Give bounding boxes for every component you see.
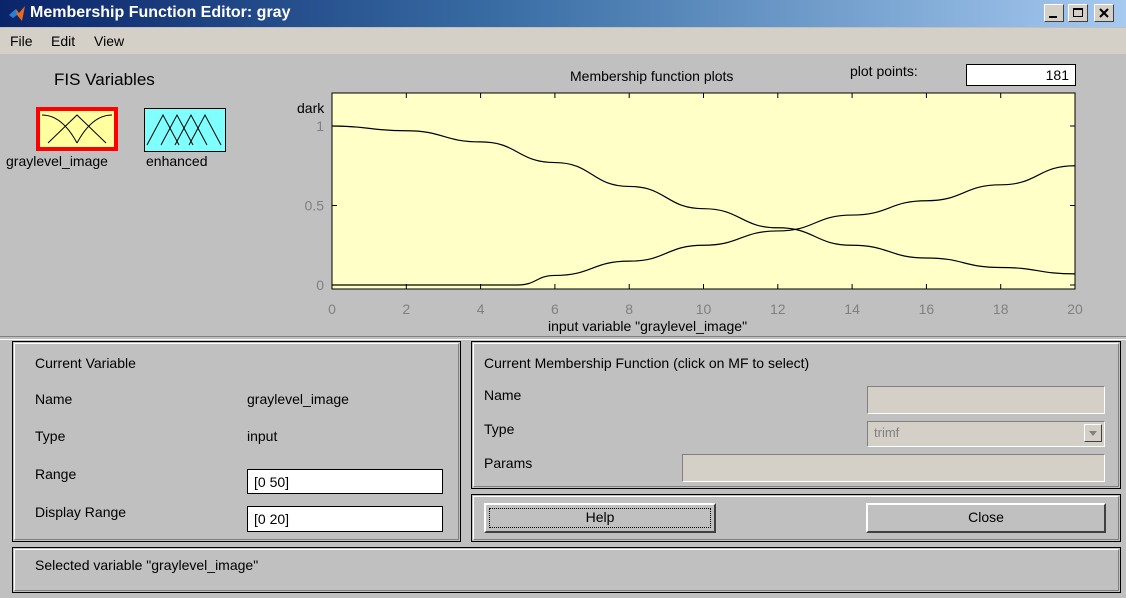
minimize-button[interactable]: [1044, 4, 1064, 22]
y-tick-label: 1: [316, 118, 324, 134]
x-tick-label: 6: [551, 301, 559, 317]
plot-points-input[interactable]: [966, 64, 1076, 86]
mf-type-label: Type: [484, 421, 515, 437]
menu-file[interactable]: File: [10, 33, 33, 49]
x-tick-label: 16: [919, 301, 935, 317]
x-tick-label: 12: [770, 301, 786, 317]
menu-bar: File Edit View: [0, 28, 1126, 54]
menu-view[interactable]: View: [94, 33, 124, 49]
type-label: Type: [35, 428, 66, 444]
x-tick-label: 18: [993, 301, 1009, 317]
plot-points-label: plot points:: [850, 63, 918, 79]
range-input[interactable]: [247, 469, 443, 494]
variable-name-value: graylevel_image: [247, 391, 349, 407]
y-tick-label: 0: [316, 277, 324, 293]
status-text: Selected variable "graylevel_image": [35, 557, 259, 573]
current-variable-panel: Current Variable Name graylevel_image Ty…: [12, 341, 461, 542]
buttons-panel: Help Close: [471, 494, 1121, 542]
mf-type-value: trimf: [874, 425, 900, 440]
close-icon: [1099, 8, 1109, 18]
fis-variable-input-label: graylevel_image: [6, 153, 108, 169]
fis-variable-output-label: enhanced: [146, 153, 208, 169]
mf-name-label: Name: [484, 387, 522, 403]
plot-area: [331, 92, 1076, 290]
current-mf-panel: Current Membership Function (click on MF…: [471, 341, 1121, 489]
x-tick-label: 10: [696, 301, 712, 317]
mf-params-input[interactable]: [682, 454, 1105, 482]
close-window-button[interactable]: [1094, 4, 1114, 22]
variable-type-value: input: [247, 428, 278, 444]
plot-title: Membership function plots: [570, 68, 734, 84]
matlab-icon: [9, 6, 25, 21]
divider: [0, 336, 1126, 340]
x-tick-label: 2: [402, 301, 410, 317]
y-tick-label: 0.5: [305, 198, 325, 214]
maximize-button[interactable]: [1068, 4, 1088, 22]
x-tick-label: 0: [328, 301, 336, 317]
title-bar: Membership Function Editor: gray: [0, 0, 1126, 27]
mf-params-label: Params: [484, 455, 533, 471]
x-tick-label: 4: [477, 301, 485, 317]
maximize-icon: [1073, 8, 1083, 17]
window-title: Membership Function Editor: gray: [30, 4, 291, 21]
fis-variable-output-enhanced[interactable]: [144, 108, 226, 152]
mf-label-dark[interactable]: dark: [297, 100, 325, 116]
fis-variable-input-graylevel[interactable]: [36, 107, 118, 151]
name-label: Name: [35, 391, 73, 407]
x-axis-label: input variable "graylevel_image": [548, 318, 748, 334]
x-tick-label: 8: [625, 301, 633, 317]
current-variable-heading: Current Variable: [35, 355, 136, 371]
minimize-icon: [1049, 16, 1057, 18]
display-range-input[interactable]: [247, 506, 443, 532]
dropdown-arrow-icon[interactable]: [1084, 424, 1102, 442]
x-tick-label: 14: [844, 301, 860, 317]
close-button[interactable]: Close: [866, 503, 1106, 533]
x-tick-label: 20: [1067, 301, 1083, 317]
current-mf-heading: Current Membership Function (click on MF…: [484, 355, 810, 371]
status-panel: Selected variable "graylevel_image": [12, 547, 1121, 593]
mf-name-input[interactable]: [867, 386, 1105, 414]
mf-shape-icon: [41, 114, 113, 144]
range-label: Range: [35, 466, 77, 482]
menu-edit[interactable]: Edit: [51, 33, 75, 49]
fis-variables-heading: FIS Variables: [54, 70, 155, 89]
help-button[interactable]: Help: [484, 503, 716, 533]
mf-shape-icon: [146, 113, 222, 146]
mf-type-select[interactable]: trimf: [867, 421, 1105, 447]
membership-function-plot[interactable]: 0 2 4 6 8 10 12 14 16 18 20 0 0.5 1 dark: [280, 90, 1100, 325]
display-range-label: Display Range: [35, 504, 127, 520]
